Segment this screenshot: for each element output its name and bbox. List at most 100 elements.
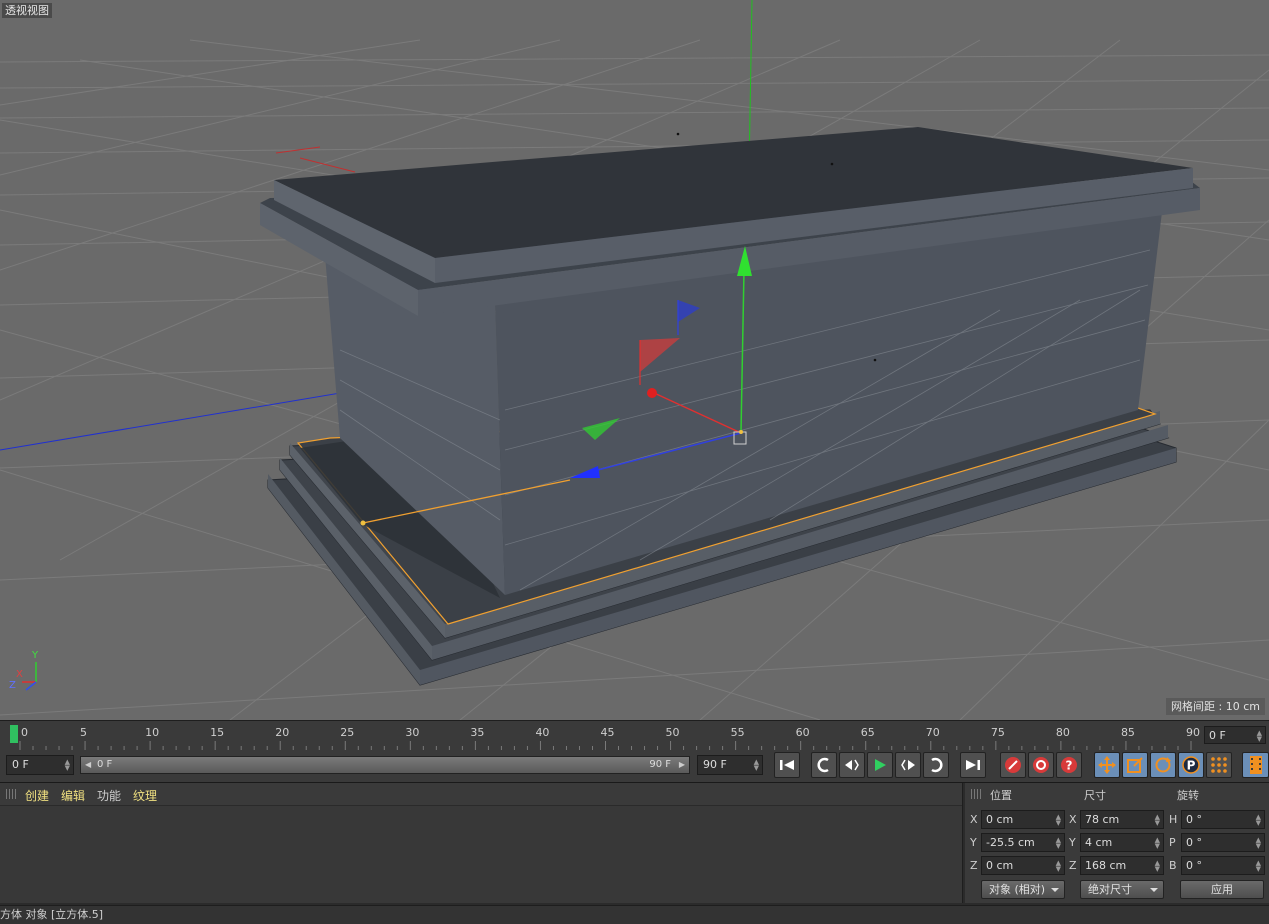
key-pla-button[interactable] [1206,752,1232,778]
orient-z-label: Z [9,680,16,691]
status-bar: 方体 对象 [立方体.5] [0,905,1269,924]
pos-z-axis-label: Z [970,859,978,872]
position-z-field[interactable]: 0 cm ▲ ▼ [981,856,1065,875]
chevron-down-icon [1051,888,1059,892]
size-mode-dropdown[interactable]: 绝对尺寸 [1080,880,1164,899]
coordinates-panel: 位置 尺寸 旋转 X 0 cm ▲ ▼ X 78 cm ▲ ▼ H 0 ° ▲ ▼ Y -2… [965,783,1269,903]
rotation-p-field[interactable]: 0 ° ▲ ▼ [1181,833,1265,852]
prev-key-button[interactable] [811,752,837,778]
coords-grip-icon[interactable] [971,789,981,799]
position-header: 位置 [990,789,1012,802]
prev-key-icon [817,757,829,773]
record-keys-button[interactable] [1000,752,1026,778]
orientation-axes [22,662,37,691]
timeline-tick-label: 10 [145,726,160,739]
current-frame-marker[interactable] [10,725,18,743]
timeline-tick-label: 25 [340,726,355,739]
orient-x-label: X [16,669,23,680]
timeline-tick-label: 0 [21,726,28,739]
viewport-title[interactable]: 透视视图 [2,3,52,18]
timeline-tick-label: 15 [210,726,225,739]
key-position-button[interactable] [1094,752,1120,778]
menu-function[interactable]: 功能 [97,787,121,804]
key-help-button[interactable]: ? [1056,752,1082,778]
timeline-tick-label: 65 [860,726,875,739]
timeline-tick-label: 20 [275,726,290,739]
key-rotation-button[interactable] [1150,752,1176,778]
apply-button[interactable]: 应用 [1180,880,1264,899]
timeline-tick-label: 85 [1120,726,1135,739]
rot-h-axis-label: H [1169,813,1178,826]
auto-key-button[interactable] [1028,752,1054,778]
size-x-field[interactable]: 78 cm ▲ ▼ [1080,810,1164,829]
coordinate-mode-dropdown[interactable]: 对象 (相对) [981,880,1065,899]
menu-texture[interactable]: 纹理 [133,787,157,804]
play-button[interactable] [867,752,893,778]
next-key-icon [931,757,943,773]
size-y-field[interactable]: 4 cm ▲ ▼ [1080,833,1164,852]
range-start-label: 0 F [97,759,113,770]
size-header: 尺寸 [1084,789,1106,802]
timeline-tick-label: 35 [470,726,485,739]
skip-start-icon [780,760,794,770]
position-y-field[interactable]: -25.5 cm ▲ ▼ [981,833,1065,852]
step-back-icon [845,759,859,771]
play-icon [875,759,886,771]
world-x-axis [275,146,356,173]
rot-p-axis-label: P [1169,836,1176,849]
pos-y-axis-label: Y [970,836,977,849]
range-end-label: 90 F [649,759,671,770]
timeline-tick-label: 90 [1186,726,1200,739]
end-frame-field[interactable]: 90 F ▲ ▼ [697,755,763,775]
material-menubar: 创建 编辑 功能 纹理 [0,783,962,806]
frame-range-slider[interactable]: ◀ 0 F 90 F ▶ [80,756,690,774]
rotation-header: 旋转 [1177,789,1199,802]
panel-grip-icon[interactable] [6,789,16,799]
key-scale-button[interactable] [1122,752,1148,778]
auto-key-icon [1033,757,1049,773]
timeline-tick-label: 80 [1055,726,1070,739]
size-x-axis-label: X [1069,813,1077,826]
timeline-ruler[interactable]: 0 5 10 15 20 25 30 35 40 45 50 55 60 65 70 75 80 85 90 [0,720,1269,751]
chevron-down-icon [1150,888,1158,892]
grid-spacing-label: 网格间距 : 10 cm [1166,698,1265,715]
range-right-arrow[interactable]: ▶ [679,757,685,773]
timeline-tick-label: 45 [600,726,615,739]
pos-x-axis-label: X [970,813,978,826]
timeline-tick-label: 75 [990,726,1005,739]
move-arrows-icon [1098,756,1116,774]
prev-frame-button[interactable] [839,752,865,778]
position-x-field[interactable]: 0 cm ▲ ▼ [981,810,1065,829]
timeline-tick-label: 5 [80,726,88,739]
size-z-axis-label: Z [1069,859,1077,872]
rotation-b-field[interactable]: 0 ° ▲ ▼ [1181,856,1265,875]
current-frame-field[interactable]: 0 F ▲ ▼ [1204,726,1266,744]
next-frame-button[interactable] [895,752,921,778]
next-key-button[interactable] [923,752,949,778]
rotate-icon [1155,757,1171,773]
rot-b-axis-label: B [1169,859,1177,872]
svg-text:?: ? [1066,759,1073,773]
size-z-field[interactable]: 168 cm ▲ ▼ [1080,856,1164,875]
orient-y-label: Y [32,650,39,661]
viewport-scene [0,0,1269,720]
scale-box-icon [1127,757,1143,773]
range-left-arrow[interactable]: ◀ [85,757,91,773]
question-key-icon: ? [1061,757,1077,773]
start-frame-field[interactable]: 0 F ▲ ▼ [6,755,74,775]
selection-point[interactable] [360,520,366,526]
timeline-tick-label: 70 [925,726,940,739]
rotation-h-field[interactable]: 0 ° ▲ ▼ [1181,810,1265,829]
go-to-end-button[interactable] [960,752,986,778]
go-to-start-button[interactable] [774,752,800,778]
key-parameter-button[interactable]: P [1178,752,1204,778]
menu-create[interactable]: 创建 [25,787,49,804]
material-list-area[interactable] [0,806,962,903]
perspective-viewport[interactable]: Y X Z 透视视图 网格间距 : 10 cm [0,0,1269,720]
menu-edit[interactable]: 编辑 [61,787,85,804]
size-y-axis-label: Y [1069,836,1076,849]
timeline-tick-label: 50 [665,726,680,739]
timeline-window-button[interactable] [1242,752,1269,778]
timeline-tick-label: 30 [405,726,420,739]
skip-end-icon [966,760,980,770]
